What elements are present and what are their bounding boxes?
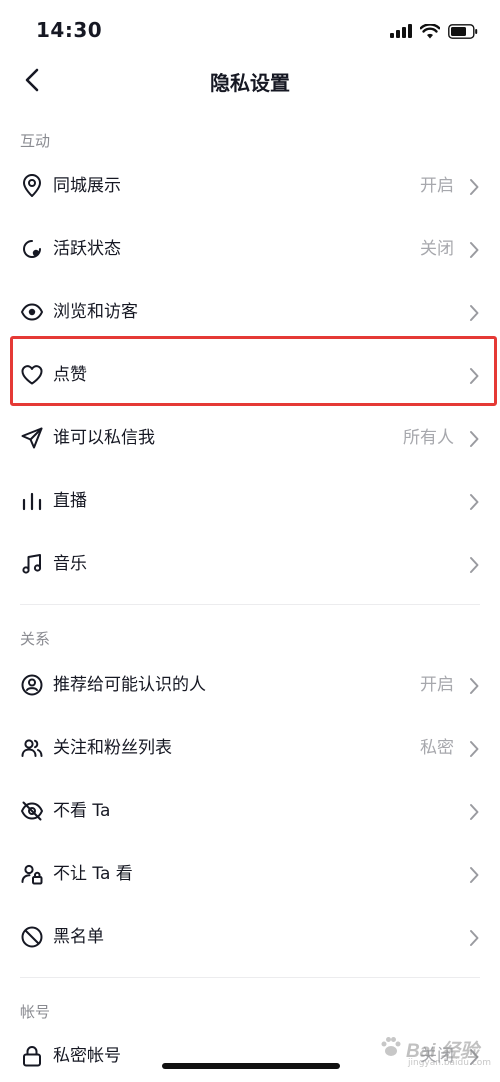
section-header-relations: 关系 <box>20 630 51 648</box>
row-likes[interactable]: 点赞 <box>0 344 500 407</box>
active-status-icon <box>20 237 44 261</box>
heart-icon <box>20 363 44 387</box>
paw-logo-icon <box>381 1037 401 1056</box>
status-time: 14:30 <box>36 18 103 42</box>
row-label: 浏览和访客 <box>53 302 138 322</box>
live-bars-icon <box>20 489 44 513</box>
row-messages[interactable]: 谁可以私信我 所有人 <box>0 407 500 470</box>
location-pin-icon <box>20 174 44 198</box>
chevron-right-icon <box>470 557 479 573</box>
row-value: 关闭 <box>420 239 454 259</box>
wifi-icon <box>420 23 440 38</box>
section-header-interaction: 互动 <box>20 132 51 150</box>
row-label: 同城展示 <box>53 176 121 196</box>
row-active-status[interactable]: 活跃状态 关闭 <box>0 218 500 281</box>
row-label: 谁可以私信我 <box>53 428 155 448</box>
user-lock-icon <box>20 862 44 886</box>
send-icon <box>20 426 44 450</box>
user-circle-icon <box>20 673 44 697</box>
section-divider <box>20 977 480 978</box>
row-blacklist[interactable]: 黑名单 <box>0 906 500 969</box>
home-indicator <box>162 1063 340 1069</box>
eye-off-icon <box>20 799 44 823</box>
row-value: 所有人 <box>403 428 454 448</box>
row-value: 开启 <box>420 675 454 695</box>
chevron-right-icon <box>470 179 479 195</box>
row-live[interactable]: 直播 <box>0 470 500 533</box>
chevron-right-icon <box>470 867 479 883</box>
row-label: 直播 <box>53 491 87 511</box>
row-music[interactable]: 音乐 <box>0 533 500 596</box>
users-icon <box>20 736 44 760</box>
row-label: 音乐 <box>53 554 87 574</box>
chevron-right-icon <box>470 494 479 510</box>
chevron-right-icon <box>470 368 479 384</box>
row-browse-visitors[interactable]: 浏览和访客 <box>0 281 500 344</box>
chevron-right-icon <box>470 678 479 694</box>
row-label: 黑名单 <box>53 927 104 947</box>
row-nearby[interactable]: 同城展示 开启 <box>0 155 500 218</box>
row-value: 开启 <box>420 176 454 196</box>
row-label: 关注和粉丝列表 <box>53 738 172 758</box>
chevron-right-icon <box>470 305 479 321</box>
watermark-sub: jingyan.baidu.com <box>408 1058 492 1068</box>
music-note-icon <box>20 552 44 576</box>
row-label: 点赞 <box>53 365 87 385</box>
row-recommend[interactable]: 推荐给可能认识的人 开启 <box>0 654 500 717</box>
row-value: 私密 <box>420 738 454 758</box>
row-hide-from[interactable]: 不看 Ta <box>0 780 500 843</box>
section-header-account: 帐号 <box>20 1003 51 1021</box>
chevron-right-icon <box>470 431 479 447</box>
section-divider <box>20 604 480 605</box>
row-follow-lists[interactable]: 关注和粉丝列表 私密 <box>0 717 500 780</box>
chevron-right-icon <box>470 804 479 820</box>
lock-icon <box>20 1044 44 1068</box>
baidu-watermark: Bai 经验 jingyan.baidu.com <box>378 1024 492 1072</box>
row-label: 不看 Ta <box>53 801 111 821</box>
status-icons <box>390 20 478 42</box>
chevron-right-icon <box>470 741 479 757</box>
chevron-right-icon <box>470 930 479 946</box>
status-bar: 14:30 <box>0 0 500 58</box>
row-label: 不让 Ta 看 <box>53 864 133 884</box>
row-label: 活跃状态 <box>53 239 121 259</box>
nav-bar: 隐私设置 <box>0 58 500 102</box>
row-label: 推荐给可能认识的人 <box>53 675 206 695</box>
ban-icon <box>20 925 44 949</box>
row-block-viewing[interactable]: 不让 Ta 看 <box>0 843 500 906</box>
row-label: 私密帐号 <box>53 1046 121 1066</box>
chevron-right-icon <box>470 242 479 258</box>
battery-icon <box>448 23 478 39</box>
page-title: 隐私设置 <box>210 71 290 95</box>
eye-icon <box>20 300 44 324</box>
signal-icon <box>390 24 412 38</box>
